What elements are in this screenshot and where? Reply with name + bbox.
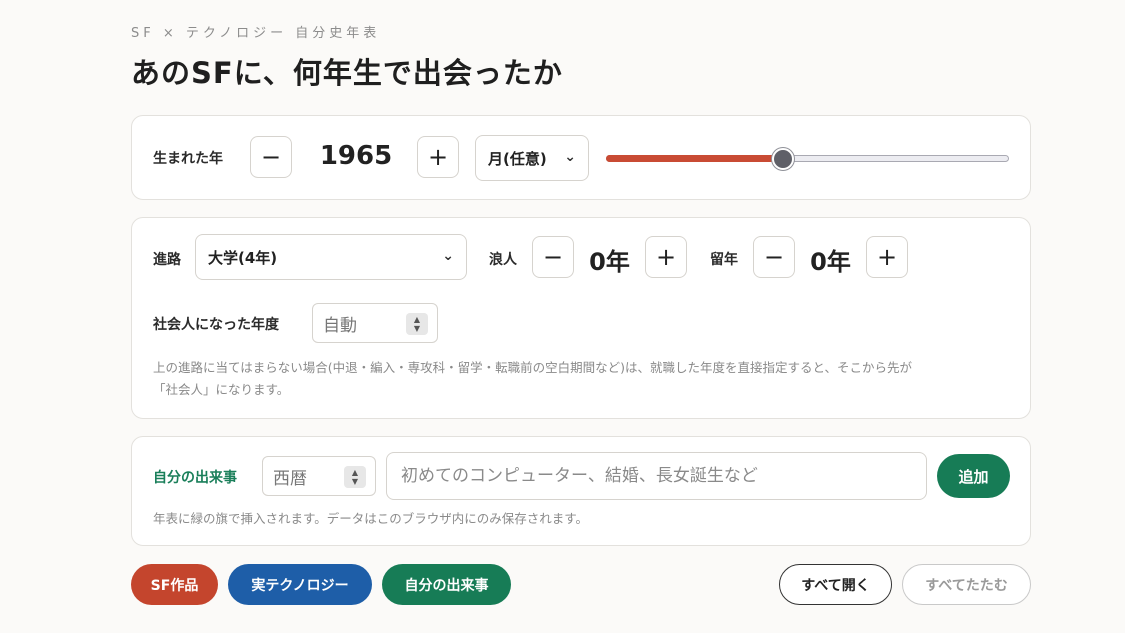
era-input[interactable]: 西暦 ▲ ▼ bbox=[262, 456, 376, 496]
course-note-line1: 上の進路に当てはまらない場合(中退・編入・専攻科・留学・転職前の空白期間など)は… bbox=[153, 360, 913, 375]
chevron-down-icon: ⌄ bbox=[442, 248, 454, 264]
ronin-increment-button[interactable]: + bbox=[645, 236, 687, 278]
spinner-arrows-icon[interactable]: ▲ ▼ bbox=[406, 313, 428, 335]
course-note: 上の進路に当てはまらない場合(中退・編入・専攻科・留学・転職前の空白期間など)は… bbox=[153, 357, 1013, 401]
worker-year-label: 社会人になった年度 bbox=[153, 317, 279, 333]
ronin-label: 浪人 bbox=[489, 252, 517, 268]
spinner-arrows-icon[interactable]: ▲ ▼ bbox=[344, 466, 366, 488]
month-select[interactable]: 月(任意) ⌄ bbox=[475, 135, 589, 181]
ryunen-increment-button[interactable]: + bbox=[866, 236, 908, 278]
tech-filter-button[interactable]: 実テクノロジー bbox=[228, 564, 372, 605]
eyebrow: SF × テクノロジー 自分史年表 bbox=[131, 26, 381, 41]
events-label: 自分の出来事 bbox=[153, 470, 237, 486]
course-card: 進路 大学(4年) ⌄ 浪人 − 0年 + 留年 − 0年 + 社会人になった年… bbox=[131, 217, 1031, 419]
chevron-down-icon: ⌄ bbox=[564, 149, 576, 165]
collapse-all-button[interactable]: すべてたたむ bbox=[902, 564, 1031, 605]
minus-icon: − bbox=[260, 143, 282, 171]
sf-filter-button[interactable]: SF作品 bbox=[131, 564, 218, 605]
events-note: 年表に緑の旗で挿入されます。データはこのブラウザ内にのみ保存されます。 bbox=[153, 511, 589, 526]
my-events-filter-button[interactable]: 自分の出来事 bbox=[382, 564, 511, 605]
path-select[interactable]: 大学(4年) ⌄ bbox=[195, 234, 467, 280]
ryunen-label: 留年 bbox=[710, 252, 738, 268]
birth-year-label: 生まれた年 bbox=[153, 151, 223, 167]
worker-year-input[interactable]: 自動 ▲ ▼ bbox=[312, 303, 438, 343]
slider-thumb[interactable] bbox=[772, 148, 795, 170]
worker-year-value: 自動 bbox=[323, 315, 357, 336]
expand-all-button[interactable]: すべて開く bbox=[779, 564, 892, 605]
plus-icon: + bbox=[655, 243, 677, 271]
month-select-value: 月(任意) bbox=[488, 149, 547, 168]
ryunen-decrement-button[interactable]: − bbox=[753, 236, 795, 278]
add-event-button[interactable]: 追加 bbox=[937, 454, 1010, 498]
birth-year-slider[interactable] bbox=[606, 148, 1009, 170]
minus-icon: − bbox=[542, 243, 564, 271]
plus-icon: + bbox=[876, 243, 898, 271]
ronin-decrement-button[interactable]: − bbox=[532, 236, 574, 278]
ryunen-value: 0年 bbox=[810, 248, 851, 276]
plus-icon: + bbox=[427, 143, 449, 171]
slider-fill bbox=[606, 155, 784, 162]
event-text-input[interactable] bbox=[386, 452, 927, 500]
path-select-value: 大学(4年) bbox=[208, 248, 278, 267]
course-note-line2: 「社会人」になります。 bbox=[153, 382, 290, 397]
birth-year-increment-button[interactable]: + bbox=[417, 136, 459, 178]
page: SF × テクノロジー 自分史年表 あのSFに、何年生で出会ったか 生まれた年 … bbox=[0, 0, 1125, 633]
birth-year-decrement-button[interactable]: − bbox=[250, 136, 292, 178]
birth-year-value: 1965 bbox=[319, 141, 393, 171]
events-card: 自分の出来事 西暦 ▲▼ 追加 年表に緑の旗で挿入されます。データはこのブラウザ… bbox=[131, 436, 1031, 546]
era-value: 西暦 bbox=[273, 468, 307, 489]
birth-card: 生まれた年 − 1965 + 月(任意) ⌄ bbox=[131, 115, 1031, 200]
page-title: あのSFに、何年生で出会ったか bbox=[131, 56, 563, 90]
ronin-value: 0年 bbox=[589, 248, 630, 276]
minus-icon: − bbox=[763, 243, 785, 271]
path-label: 進路 bbox=[153, 252, 181, 268]
